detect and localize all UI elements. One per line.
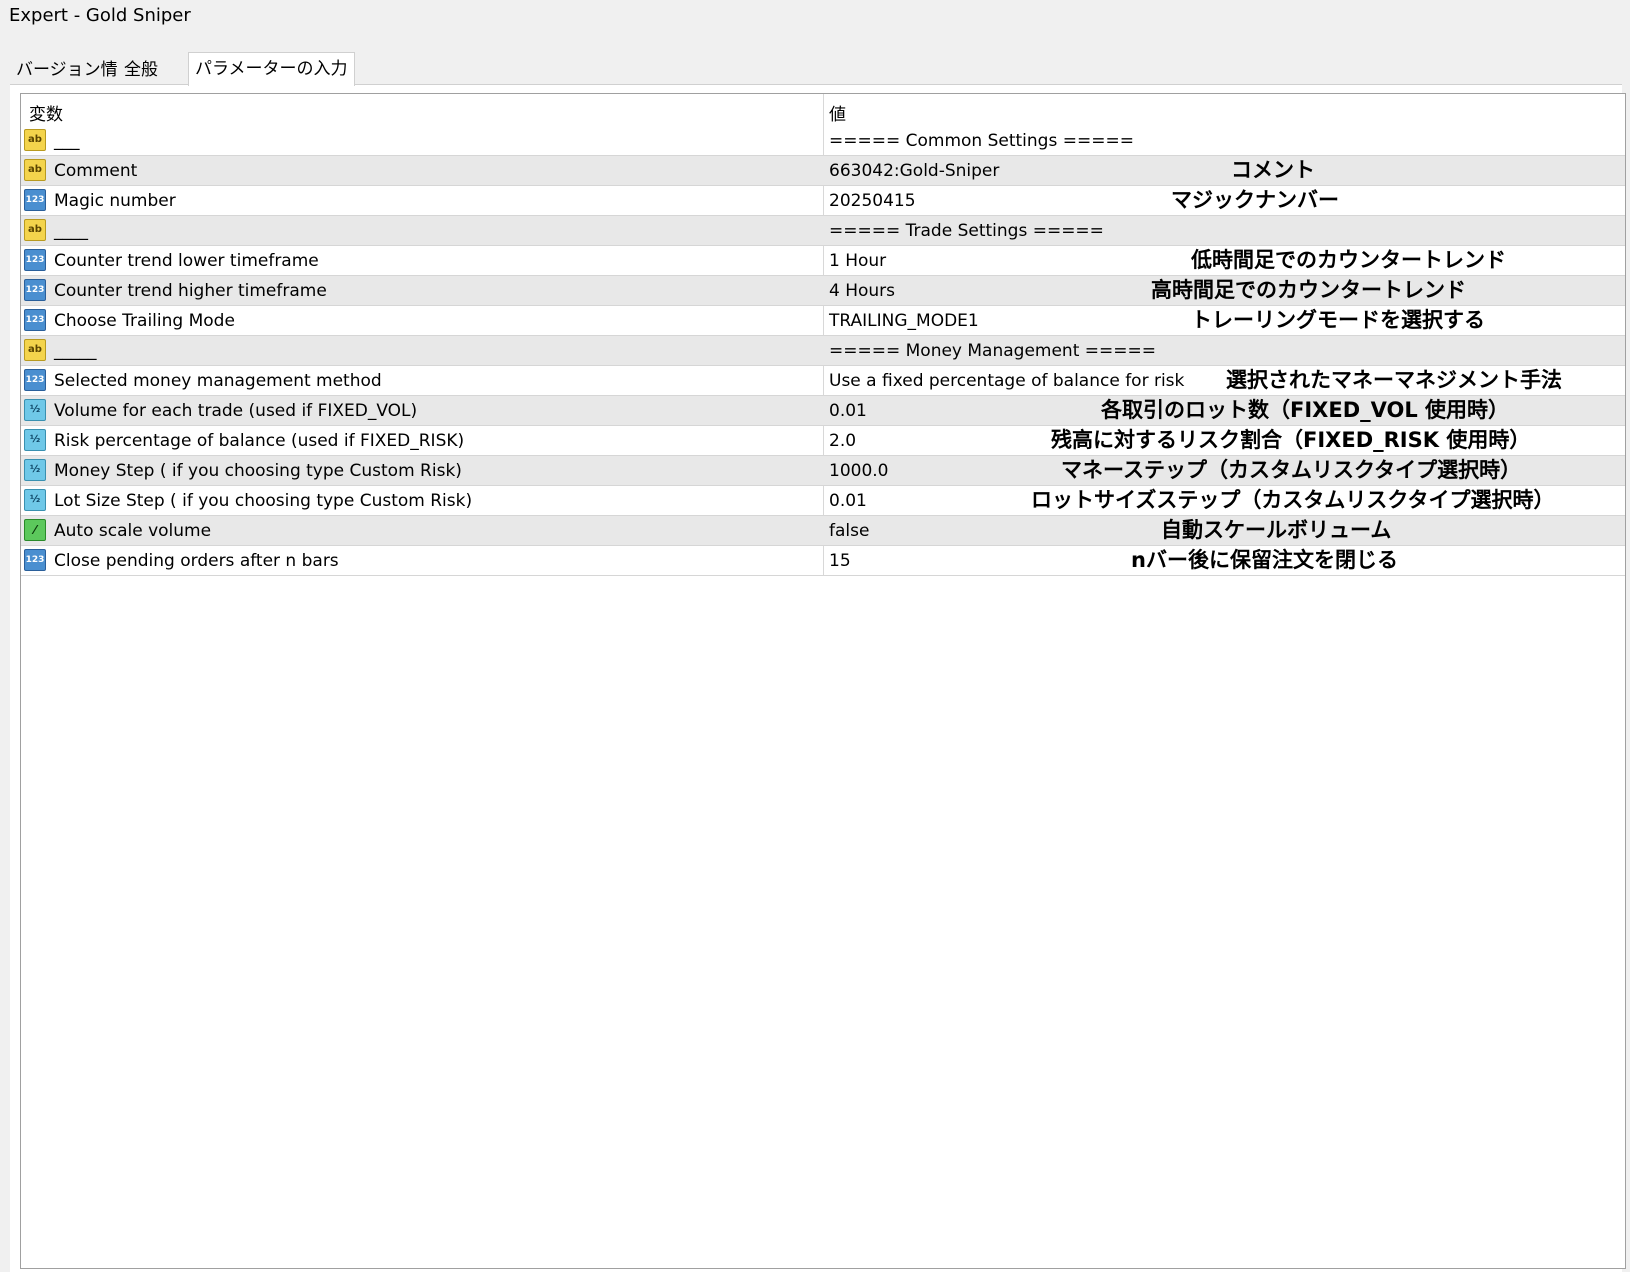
parameter-name: Selected money management method — [54, 371, 382, 391]
translation-annotation: マネーステップ（カスタムリスクタイプ選択時） — [1061, 458, 1522, 482]
table-row[interactable]: 123 Close pending orders after n bars 15 nバ… — [21, 546, 1625, 576]
table-row[interactable]: ½ Volume for each trade (used if FIXED_VO… — [21, 396, 1625, 426]
translation-annotation: トレーリングモードを選択する — [1191, 308, 1485, 332]
parameter-name: Comment — [54, 161, 138, 181]
table-row[interactable]: ½ Lot Size Step ( if you choosing type Cu… — [21, 486, 1625, 516]
parameter-value[interactable]: 15 — [829, 551, 851, 571]
parameters-grid: 変数 値 ab ___ ===== Common Settings ===== ab C… — [20, 93, 1626, 1269]
parameter-value[interactable]: false — [829, 521, 869, 541]
parameter-value[interactable]: ===== Trade Settings ===== — [829, 221, 1104, 241]
table-row[interactable]: ab Comment 663042:Gold-Sniper コメント — [21, 156, 1625, 186]
table-row[interactable]: ab _____ ===== Money Management ===== — [21, 336, 1625, 366]
table-row[interactable]: 123 Counter trend lower timeframe 1 Hour 低時… — [21, 246, 1625, 276]
tab-general[interactable]: 全般 — [118, 56, 164, 85]
translation-annotation: コメント — [1231, 158, 1315, 182]
window-title: Expert - Gold Sniper — [0, 0, 1630, 37]
parameter-name: Risk percentage of balance (used if FIXE… — [54, 431, 465, 451]
integer-icon: 123 — [24, 309, 46, 331]
table-row[interactable]: 123 Choose Trailing Mode TRAILING_MODE1 トレー… — [21, 306, 1625, 336]
grid-rows: ab ___ ===== Common Settings ===== ab Commen… — [21, 126, 1625, 576]
parameter-name: Counter trend lower timeframe — [54, 251, 319, 271]
parameter-name: Close pending orders after n bars — [54, 551, 339, 571]
translation-annotation: 自動スケールボリューム — [1161, 518, 1392, 542]
integer-icon: 123 — [24, 279, 46, 301]
parameter-value[interactable]: 0.01 — [829, 491, 867, 511]
grid-header: 変数 値 — [21, 94, 1625, 126]
tab-bar: バージョン情報 全般 パラメーターの入力 — [10, 52, 1620, 86]
column-header-value[interactable]: 値 — [829, 100, 846, 125]
string-icon: ab — [24, 129, 46, 151]
translation-annotation: 低時間足でのカウンタートレンド — [1191, 248, 1506, 272]
parameter-value[interactable]: 0.01 — [829, 401, 867, 421]
translation-annotation: nバー後に保留注文を閉じる — [1131, 548, 1398, 572]
double-icon: ½ — [24, 459, 46, 481]
parameter-name: Lot Size Step ( if you choosing type Cus… — [54, 491, 473, 511]
double-icon: ½ — [24, 399, 46, 421]
parameter-name: Volume for each trade (used if FIXED_VOL… — [54, 401, 418, 421]
parameter-name: ____ — [54, 221, 88, 241]
table-row[interactable]: 123 Selected money management method Use a… — [21, 366, 1625, 396]
string-icon: ab — [24, 339, 46, 361]
translation-annotation: マジックナンバー — [1171, 188, 1339, 212]
parameter-value[interactable]: TRAILING_MODE1 — [829, 311, 979, 331]
parameter-name: Magic number — [54, 191, 176, 211]
parameter-value[interactable]: ===== Money Management ===== — [829, 341, 1156, 361]
parameter-value[interactable]: 1000.0 — [829, 461, 888, 481]
double-icon: ½ — [24, 429, 46, 451]
parameter-value[interactable]: 4 Hours — [829, 281, 895, 301]
table-row[interactable]: ab ___ ===== Common Settings ===== — [21, 126, 1625, 156]
parameter-name: Choose Trailing Mode — [54, 311, 235, 331]
parameter-value[interactable]: 20250415 — [829, 191, 916, 211]
table-row[interactable]: ½ Money Step ( if you choosing type Custo… — [21, 456, 1625, 486]
table-row[interactable]: 123 Magic number 20250415 マジックナンバー — [21, 186, 1625, 216]
parameter-value[interactable]: Use a fixed percentage of balance for ri… — [829, 371, 1184, 391]
parameter-value[interactable]: 1 Hour — [829, 251, 886, 271]
integer-icon: 123 — [24, 249, 46, 271]
parameter-value[interactable]: 2.0 — [829, 431, 856, 451]
string-icon: ab — [24, 159, 46, 181]
integer-icon: 123 — [24, 549, 46, 571]
translation-annotation: 選択されたマネーマネジメント手法 — [1226, 368, 1562, 392]
double-icon: ½ — [24, 489, 46, 511]
parameter-name: Auto scale volume — [54, 521, 212, 541]
integer-icon: 123 — [24, 369, 46, 391]
table-row[interactable]: 123 Counter trend higher timeframe 4 Hours… — [21, 276, 1625, 306]
parameter-name: Counter trend higher timeframe — [54, 281, 327, 301]
translation-annotation: 残高に対するリスク割合（FIXED_RISK 使用時） — [1051, 428, 1531, 452]
parameter-name: Money Step ( if you choosing type Custom… — [54, 461, 462, 481]
parameter-name: _____ — [54, 341, 97, 361]
table-row[interactable]: ½ Risk percentage of balance (used if FIX… — [21, 426, 1625, 456]
column-header-variable[interactable]: 変数 — [29, 100, 63, 125]
table-row[interactable]: ⁄ Auto scale volume false 自動スケールボリューム — [21, 516, 1625, 546]
translation-annotation: ロットサイズステップ（カスタムリスクタイプ選択時） — [1031, 488, 1555, 512]
translation-annotation: 各取引のロット数（FIXED_VOL 使用時） — [1101, 398, 1510, 422]
translation-annotation: 高時間足でのカウンタートレンド — [1151, 278, 1466, 302]
parameter-name: ___ — [54, 131, 80, 151]
parameter-value[interactable]: 663042:Gold-Sniper — [829, 161, 999, 181]
string-icon: ab — [24, 219, 46, 241]
integer-icon: 123 — [24, 189, 46, 211]
parameter-value[interactable]: ===== Common Settings ===== — [829, 131, 1134, 151]
tab-input-parameters[interactable]: パラメーターの入力 — [188, 52, 355, 86]
table-row[interactable]: ab ____ ===== Trade Settings ===== — [21, 216, 1625, 246]
bool-icon: ⁄ — [24, 519, 46, 541]
